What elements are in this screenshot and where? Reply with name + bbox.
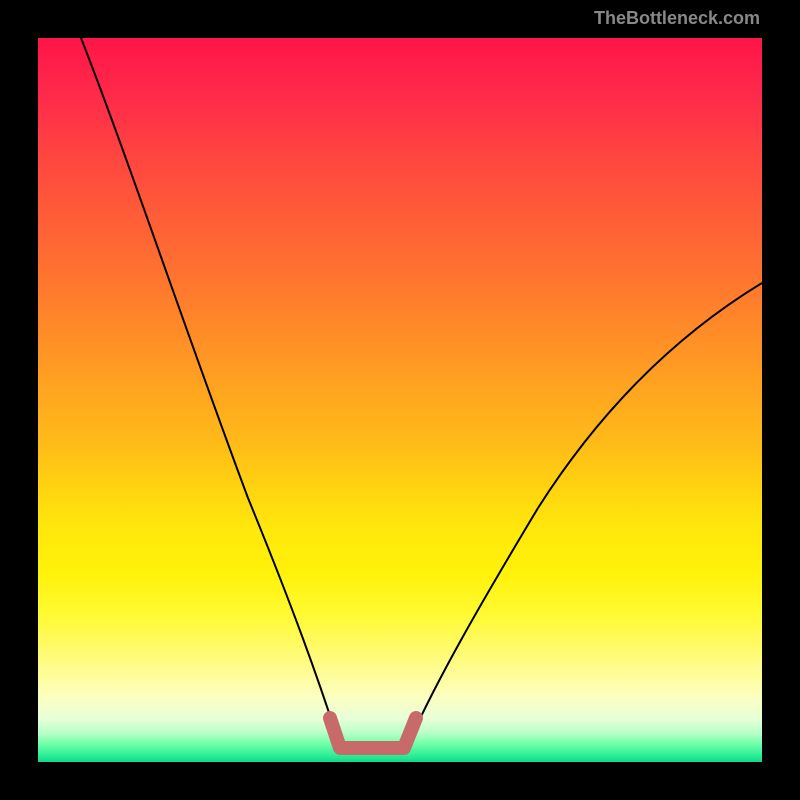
left-curve-path	[81, 38, 338, 740]
valley-highlight-path	[330, 718, 416, 748]
chart-container: TheBottleneck.com	[0, 0, 800, 800]
chart-svg	[38, 38, 762, 762]
plot-area	[38, 38, 762, 762]
watermark-text: TheBottleneck.com	[594, 8, 760, 29]
right-curve-path	[410, 283, 762, 740]
